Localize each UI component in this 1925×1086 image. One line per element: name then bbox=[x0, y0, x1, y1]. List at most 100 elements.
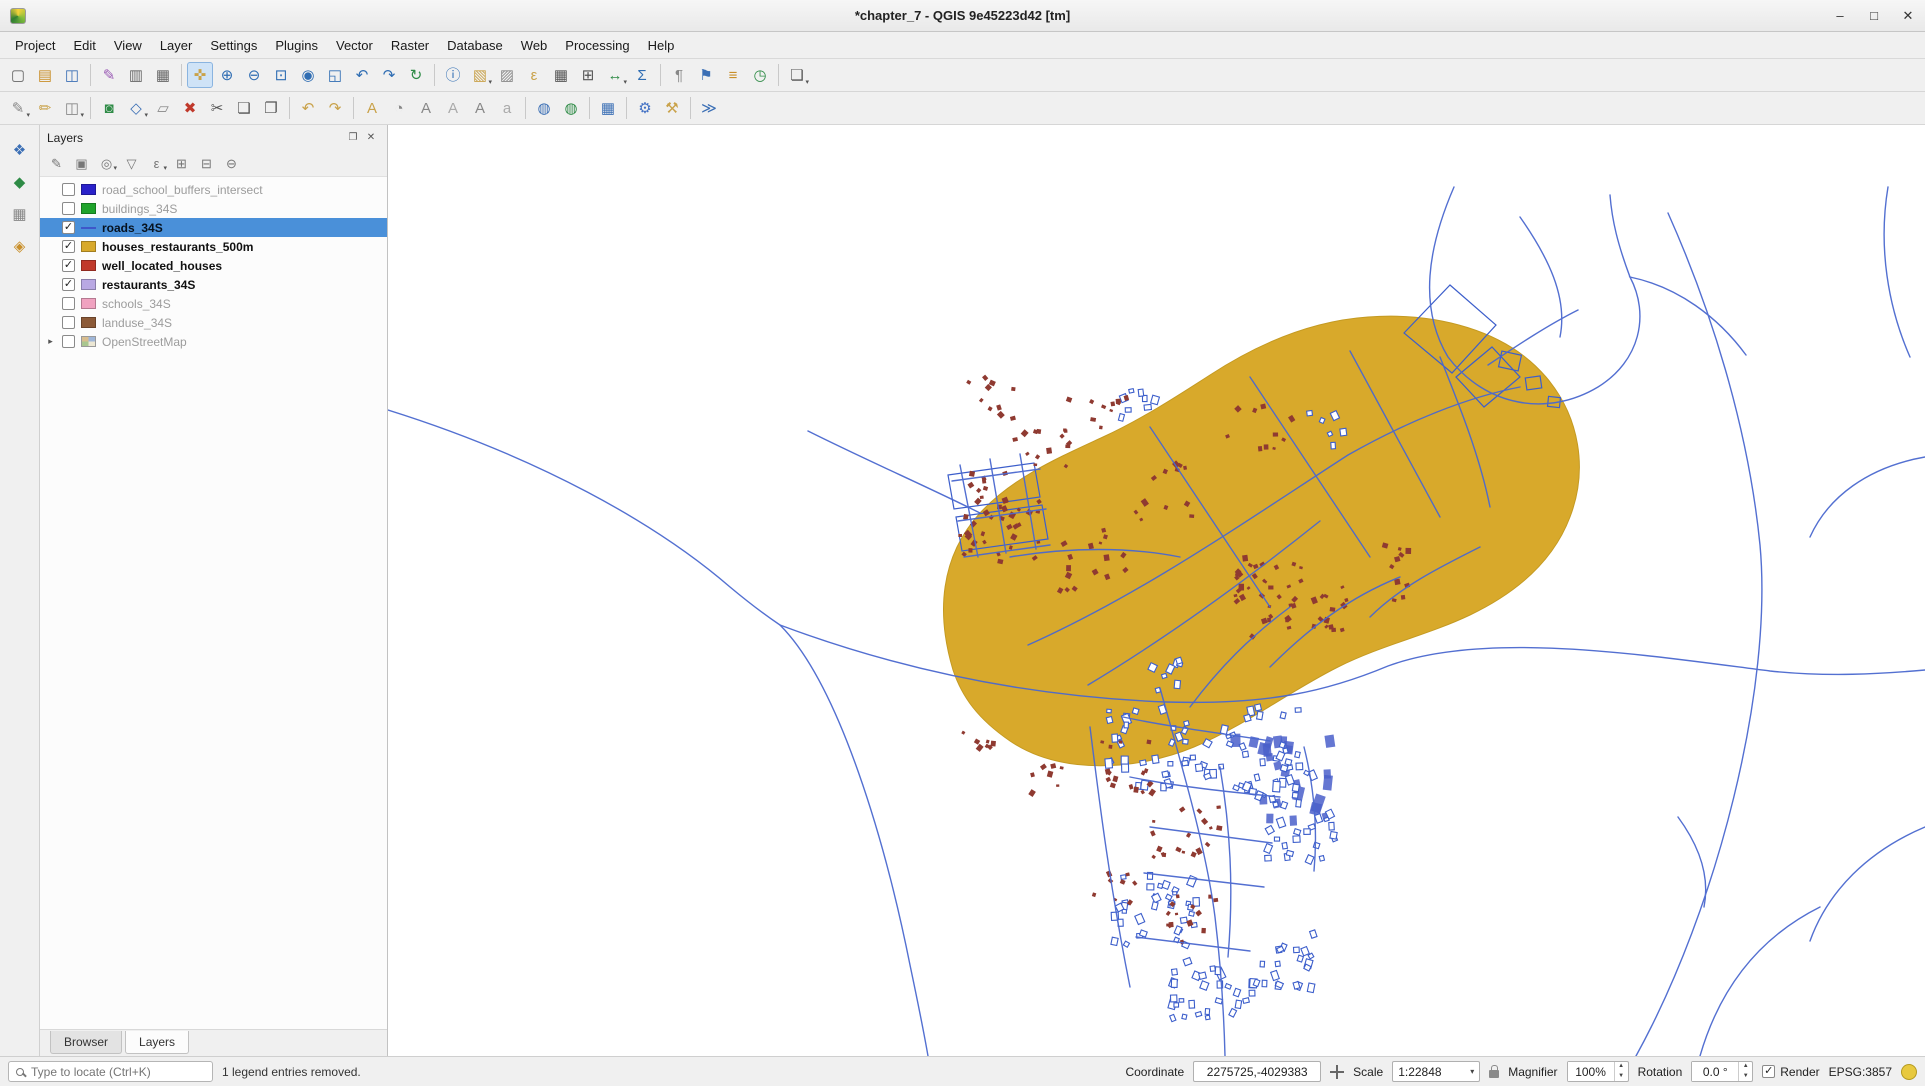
filter-by-expression-icon[interactable]: ε▾ bbox=[145, 152, 168, 174]
layer-item-houses_restaurants_500m[interactable]: ✓houses_restaurants_500m bbox=[40, 237, 387, 256]
maximize-button[interactable]: □ bbox=[1857, 0, 1891, 31]
layer-item-landuse_34S[interactable]: landuse_34S bbox=[40, 313, 387, 332]
spin-arrows[interactable]: ▲▼ bbox=[1614, 1062, 1628, 1081]
menu-settings[interactable]: Settings bbox=[201, 34, 266, 57]
pin-labels-icon[interactable]: A bbox=[413, 95, 439, 121]
new-map-view-icon[interactable]: ❏▾ bbox=[784, 62, 810, 88]
show-bookmarks-icon[interactable]: ≡ bbox=[720, 62, 746, 88]
spin-down-icon[interactable]: ▼ bbox=[1739, 1072, 1752, 1082]
zoom-next-icon[interactable]: ↷ bbox=[376, 62, 402, 88]
close-button[interactable]: ✕ bbox=[1891, 0, 1925, 31]
add-feature-icon[interactable]: ◙ bbox=[96, 95, 122, 121]
move-label-icon[interactable]: A bbox=[467, 95, 493, 121]
zoom-to-layer-icon[interactable]: ◱ bbox=[322, 62, 348, 88]
current-edits-icon[interactable]: ✎▾ bbox=[5, 95, 31, 121]
layer-checkbox[interactable] bbox=[62, 202, 75, 215]
save-layer-edits-icon[interactable]: ◫▾ bbox=[59, 95, 85, 121]
highlight-pinned-labels-icon[interactable]: A bbox=[440, 95, 466, 121]
expand-arrow-icon[interactable]: ▸ bbox=[45, 336, 56, 347]
processing-history-icon[interactable]: ⚒ bbox=[659, 95, 685, 121]
spin-down-icon[interactable]: ▼ bbox=[1615, 1072, 1628, 1082]
delete-selected-icon[interactable]: ✖ bbox=[177, 95, 203, 121]
layer-checkbox[interactable]: ✓ bbox=[62, 240, 75, 253]
spin-up-icon[interactable]: ▲ bbox=[1739, 1062, 1752, 1072]
layer-checkbox[interactable] bbox=[62, 335, 75, 348]
epsg-badge[interactable]: EPSG:3857 bbox=[1829, 1065, 1892, 1079]
tab-browser[interactable]: Browser bbox=[50, 1031, 122, 1054]
menu-layer[interactable]: Layer bbox=[151, 34, 202, 57]
select-features-icon[interactable]: ▧▾ bbox=[467, 62, 493, 88]
filter-legend-icon[interactable]: ▽ bbox=[120, 152, 143, 174]
data-source-manager-icon[interactable]: ❖ bbox=[7, 137, 33, 163]
new-bookmark-icon[interactable]: ⚑ bbox=[693, 62, 719, 88]
rotate-label-icon[interactable]: a bbox=[494, 95, 520, 121]
modify-attributes-icon[interactable]: ▱ bbox=[150, 95, 176, 121]
rotation-spinbox[interactable]: ▲▼ bbox=[1691, 1061, 1753, 1082]
map-tips-icon[interactable]: ¶ bbox=[666, 62, 692, 88]
menu-view[interactable]: View bbox=[105, 34, 151, 57]
menu-edit[interactable]: Edit bbox=[64, 34, 104, 57]
redo-icon[interactable]: ↷ bbox=[322, 95, 348, 121]
pan-map-icon[interactable]: ✜ bbox=[187, 62, 213, 88]
scale-combo[interactable]: 1:22848 ▾ bbox=[1392, 1061, 1480, 1082]
expand-all-icon[interactable]: ⊞ bbox=[170, 152, 193, 174]
layer-item-schools_34S[interactable]: schools_34S bbox=[40, 294, 387, 313]
menu-project[interactable]: Project bbox=[6, 34, 64, 57]
layer-item-buildings_34S[interactable]: buildings_34S bbox=[40, 199, 387, 218]
zoom-last-icon[interactable]: ↶ bbox=[349, 62, 375, 88]
render-toggle[interactable]: ✓ Render bbox=[1762, 1065, 1819, 1079]
menu-vector[interactable]: Vector bbox=[327, 34, 382, 57]
osm-place-search-icon[interactable]: ◍ bbox=[531, 95, 557, 121]
refresh-map-icon[interactable]: ↻ bbox=[403, 62, 429, 88]
layer-checkbox[interactable] bbox=[62, 297, 75, 310]
measure-line-icon[interactable]: ↔▾ bbox=[602, 62, 628, 88]
lock-scale-icon[interactable] bbox=[1489, 1070, 1499, 1078]
tab-layers[interactable]: Layers bbox=[125, 1031, 189, 1054]
deselect-features-icon[interactable]: ▨ bbox=[494, 62, 520, 88]
open-layer-styling-icon[interactable]: ✎ bbox=[45, 152, 68, 174]
message-log-icon[interactable] bbox=[1901, 1064, 1917, 1080]
collapse-all-icon[interactable]: ⊟ bbox=[195, 152, 218, 174]
new-project-icon[interactable]: ▢ bbox=[5, 62, 31, 88]
toggle-editing-icon[interactable]: ✏ bbox=[32, 95, 58, 121]
layer-item-restaurants_34S[interactable]: ✓restaurants_34S bbox=[40, 275, 387, 294]
zoom-out-icon[interactable]: ⊖ bbox=[241, 62, 267, 88]
map-canvas[interactable] bbox=[388, 125, 1925, 1056]
vertex-tool-icon[interactable]: ◇▾ bbox=[123, 95, 149, 121]
menu-processing[interactable]: Processing bbox=[556, 34, 638, 57]
add-mesh-layer-icon[interactable]: ◈ bbox=[7, 233, 33, 259]
coordinate-input[interactable] bbox=[1193, 1061, 1321, 1082]
attribute-table-plugin-icon[interactable]: ▦ bbox=[595, 95, 621, 121]
cut-features-icon[interactable]: ✂ bbox=[204, 95, 230, 121]
processing-toolbox-icon[interactable]: ⚙ bbox=[632, 95, 658, 121]
render-checkbox[interactable]: ✓ bbox=[1762, 1065, 1775, 1078]
spin-arrows[interactable]: ▲▼ bbox=[1738, 1062, 1752, 1081]
layer-checkbox[interactable] bbox=[62, 183, 75, 196]
layer-diagram-icon[interactable]: ◔ bbox=[386, 95, 412, 121]
python-console-icon[interactable]: ≫ bbox=[696, 95, 722, 121]
statistical-summary-icon[interactable]: Σ bbox=[629, 62, 655, 88]
layer-labeling-icon[interactable]: A bbox=[359, 95, 385, 121]
magnifier-input[interactable] bbox=[1568, 1062, 1614, 1081]
osm-download-icon[interactable]: ◍ bbox=[558, 95, 584, 121]
print-layout-icon[interactable]: ▥ bbox=[123, 62, 149, 88]
select-by-expression-icon[interactable]: ε bbox=[521, 62, 547, 88]
layer-checkbox[interactable]: ✓ bbox=[62, 259, 75, 272]
layer-item-road_school_buffers_intersect[interactable]: road_school_buffers_intersect bbox=[40, 180, 387, 199]
layer-checkbox[interactable] bbox=[62, 316, 75, 329]
layer-item-OpenStreetMap[interactable]: ▸OpenStreetMap bbox=[40, 332, 387, 351]
float-panel-icon[interactable]: ❐ bbox=[344, 129, 362, 147]
locate-box[interactable] bbox=[8, 1061, 213, 1082]
layout-manager-icon[interactable]: ▦ bbox=[150, 62, 176, 88]
field-calculator-icon[interactable]: ⊞ bbox=[575, 62, 601, 88]
layer-checkbox[interactable]: ✓ bbox=[62, 278, 75, 291]
menu-raster[interactable]: Raster bbox=[382, 34, 438, 57]
open-project-icon[interactable]: ▤ bbox=[32, 62, 58, 88]
zoom-in-icon[interactable]: ⊕ bbox=[214, 62, 240, 88]
extents-toggle-icon[interactable] bbox=[1330, 1065, 1344, 1079]
identify-features-icon[interactable]: ⓘ bbox=[440, 62, 466, 88]
add-raster-layer-icon[interactable]: ▦ bbox=[7, 201, 33, 227]
manage-map-themes-icon[interactable]: ◎▾ bbox=[95, 152, 118, 174]
style-manager-icon[interactable]: ✎ bbox=[96, 62, 122, 88]
layer-checkbox[interactable]: ✓ bbox=[62, 221, 75, 234]
